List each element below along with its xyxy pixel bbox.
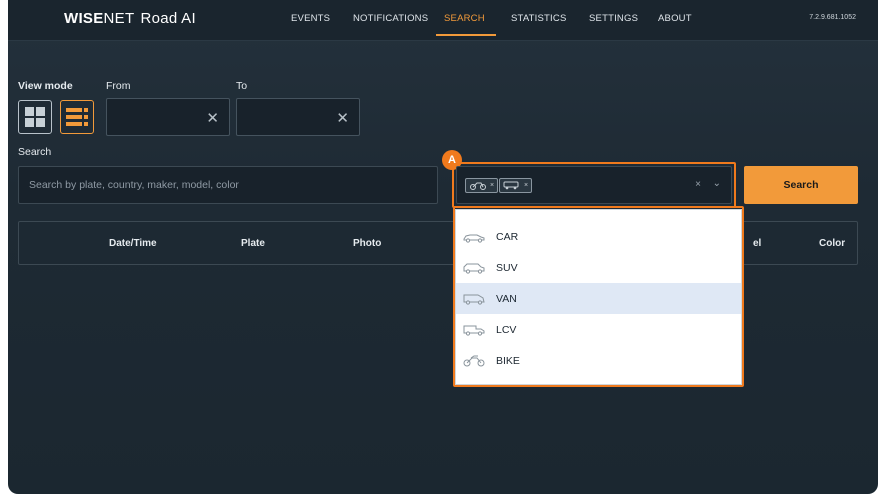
- column-header-color[interactable]: Color: [819, 238, 845, 249]
- to-clear-icon[interactable]: ✕: [336, 109, 349, 127]
- version-label: 7.2.9.681.1052: [809, 14, 856, 21]
- top-nav-bar: WISENET Road AI EVENTS NOTIFICATIONS SEAR…: [8, 0, 878, 41]
- active-nav-indicator: [436, 34, 496, 36]
- column-header-model[interactable]: el: [753, 238, 761, 249]
- nav-settings[interactable]: SETTINGS: [589, 13, 638, 24]
- nav-events[interactable]: EVENTS: [291, 13, 330, 24]
- select-clear-icon[interactable]: ×: [695, 179, 701, 190]
- from-clear-icon[interactable]: ✕: [206, 109, 219, 127]
- selected-chip-van[interactable]: ×: [499, 178, 533, 193]
- list-view-button[interactable]: [60, 100, 94, 134]
- nav-search[interactable]: SEARCH: [444, 13, 485, 24]
- van-icon: [503, 181, 519, 190]
- logo-product: Road AI: [140, 10, 196, 27]
- logo-brand: WISE: [64, 10, 104, 27]
- column-header-plate[interactable]: Plate: [241, 238, 265, 249]
- search-input[interactable]: Search by plate, country, maker, model, …: [18, 166, 438, 204]
- selected-chip-bike[interactable]: ×: [465, 178, 499, 193]
- app-window: WISENET Road AI EVENTS NOTIFICATIONS SEAR…: [8, 0, 878, 494]
- chip-remove-icon[interactable]: ×: [524, 182, 528, 189]
- logo-net: NET: [103, 10, 135, 27]
- from-date-field[interactable]: ✕: [106, 98, 230, 136]
- column-header-photo[interactable]: Photo: [353, 238, 381, 249]
- dropdown-highlight: [453, 206, 744, 387]
- nav-statistics[interactable]: STATISTICS: [511, 13, 566, 24]
- to-date-field[interactable]: ✕: [236, 98, 360, 136]
- view-mode-label: View mode: [18, 80, 73, 92]
- grid-icon: [25, 107, 45, 127]
- search-button[interactable]: Search: [744, 166, 858, 204]
- column-header-datetime[interactable]: Date/Time: [109, 238, 157, 249]
- grid-view-button[interactable]: [18, 100, 52, 134]
- search-label: Search: [18, 146, 52, 158]
- list-icon: [66, 108, 88, 126]
- to-label: To: [236, 80, 248, 92]
- chip-remove-icon[interactable]: ×: [490, 182, 494, 189]
- nav-notifications[interactable]: NOTIFICATIONS: [353, 13, 428, 24]
- vehicle-type-select[interactable]: × × × ⌄: [456, 166, 732, 204]
- bike-icon: [470, 182, 486, 190]
- nav-about[interactable]: ABOUT: [658, 13, 692, 24]
- chevron-down-icon[interactable]: ⌄: [713, 178, 721, 189]
- logo: WISENET Road AI: [64, 10, 196, 27]
- from-label: From: [106, 80, 131, 92]
